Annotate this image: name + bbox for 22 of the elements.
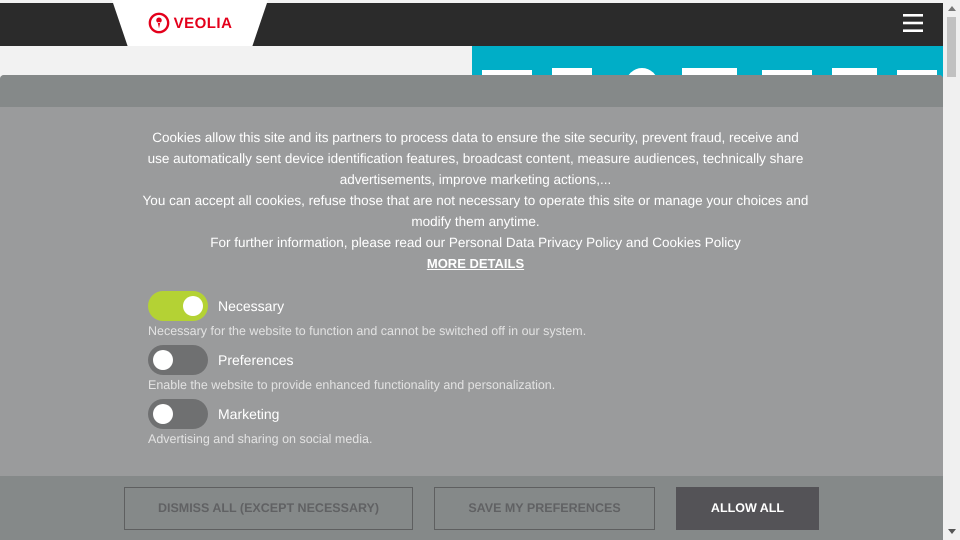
category-description: Necessary for the website to function and cannot be switched off in our system.	[148, 324, 588, 338]
consent-text: For further information, please read our Personal Data Privacy Policy and Cookies Policy	[209, 234, 742, 252]
more-details-link[interactable]: MORE DETAILS	[426, 253, 524, 274]
scroll-up-icon[interactable]	[948, 6, 956, 11]
scroll-down-icon[interactable]	[948, 529, 956, 534]
consent-text: You can accept all cookies, refuse those that are not necessary to operate this site or manage your choices and modify them anytime.	[142, 192, 810, 231]
category-label: Necessary	[218, 298, 284, 314]
logo-text: VEOLIA	[174, 14, 232, 32]
logo-tab[interactable]: VEOLIA	[112, 0, 268, 46]
scrollbar-thumb[interactable]	[947, 17, 956, 77]
consent-text: Cookies allow this site and its partners to process data to ensure the site security, prevent fraud, receive and use automatically sent device identification features, broadcast content, measure audiences, technically share advertisements, improve marketing actions,...	[146, 129, 804, 189]
toggle-switch[interactable]	[148, 399, 208, 429]
allow-all-button[interactable]: ALLOW ALL	[676, 486, 819, 530]
toggle-switch[interactable]	[148, 345, 208, 375]
category-label: Preferences	[218, 352, 294, 368]
category-label: Marketing	[218, 406, 280, 422]
category-description: Enable the website to provide enhanced functionality and personalization.	[148, 378, 556, 392]
logo-icon	[148, 12, 170, 34]
menu-icon[interactable]	[903, 14, 923, 32]
toggle-switch[interactable]	[148, 291, 208, 321]
category-description: Advertising and sharing on social media.	[148, 432, 374, 446]
scrollbar[interactable]	[943, 0, 960, 540]
